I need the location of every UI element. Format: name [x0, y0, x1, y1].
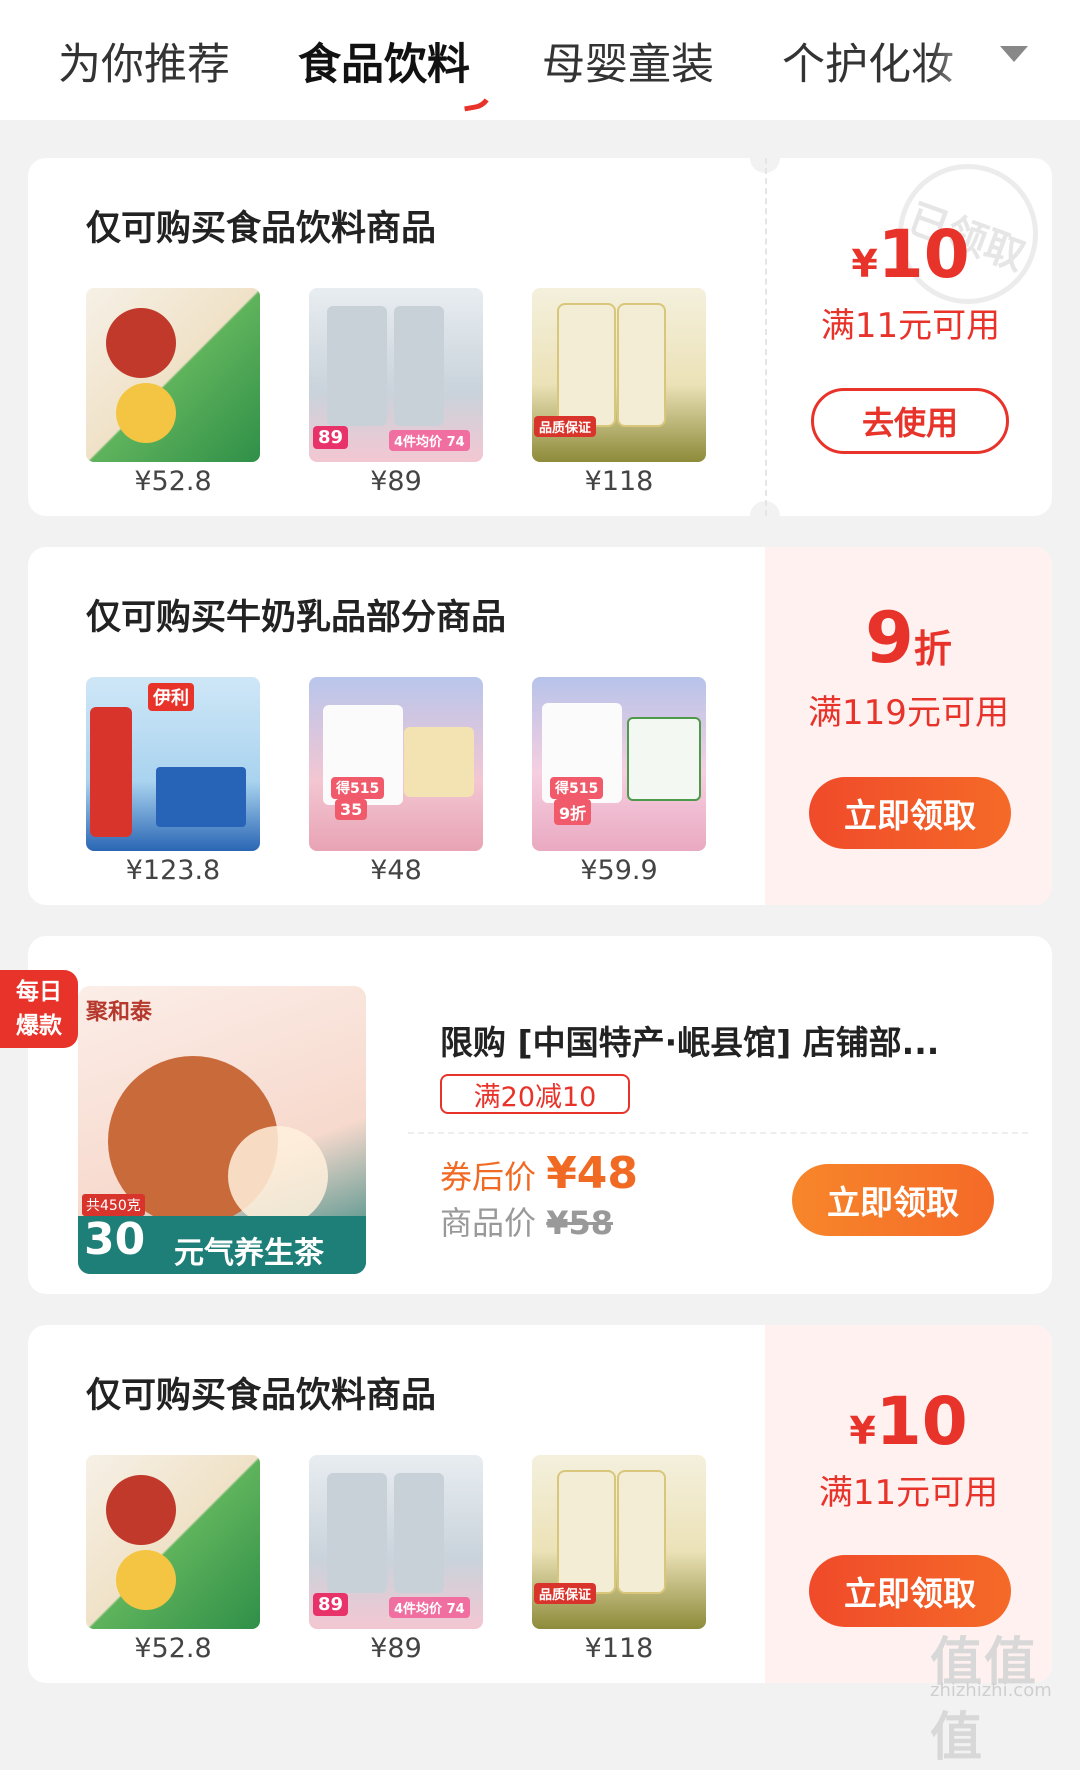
product-image[interactable]: 89 4件均价 74: [309, 1455, 483, 1629]
image-caption: 元气养生茶: [174, 1236, 324, 1271]
site-watermark-url: zhizhizhi.com: [930, 1680, 1052, 1701]
tab-mother-baby[interactable]: 母婴童装: [542, 30, 714, 92]
image-count: 30: [84, 1214, 146, 1265]
coupon-card: 仅可购买牛奶乳品部分商品 伊利 ¥123.8 得515 35 ¥48 得515 …: [28, 547, 1052, 905]
claim-coupon-button[interactable]: 立即领取: [809, 777, 1011, 849]
coupon-card: 仅可购买食品饮料商品 ¥52.8 89 4件均价 74 ¥89 品质保证 ¥11…: [28, 1325, 1052, 1683]
promo-chip: 4件均价 74: [389, 1597, 470, 1618]
product-price: ¥48: [370, 855, 422, 886]
product-price: ¥123.8: [125, 855, 221, 886]
featured-product-image[interactable]: 聚和泰 共450克 30 元气养生茶: [78, 986, 366, 1274]
product-price: ¥59.9: [580, 855, 658, 886]
product-image[interactable]: 品质保证: [532, 288, 706, 462]
promo-chip: 4件均价 74: [389, 430, 470, 451]
product-image[interactable]: 品质保证: [532, 1455, 706, 1629]
promo-chip: 得515: [331, 777, 385, 799]
after-coupon-price: 券后价 ¥48: [440, 1148, 638, 1199]
discount-amount: 9: [865, 597, 914, 679]
price-chip: 89: [313, 1593, 349, 1616]
product-price: ¥52.8: [134, 466, 212, 497]
use-coupon-button[interactable]: 去使用: [811, 388, 1009, 454]
product-price: ¥118: [584, 466, 654, 497]
discount-chip: 9折: [554, 799, 592, 825]
coupon-value: 9折: [765, 597, 1052, 679]
daily-hot-badge: 每日 爆款: [0, 970, 78, 1048]
chevron-down-icon[interactable]: [1000, 46, 1028, 62]
image-weight: 共450克: [82, 1194, 145, 1216]
coupon-value: ¥10: [765, 1383, 1052, 1460]
product-image[interactable]: [86, 288, 260, 462]
price-chip: 89: [313, 426, 349, 449]
badge-line: 爆款: [16, 1013, 62, 1039]
discount-unit: 折: [913, 627, 952, 671]
currency-symbol: ¥: [849, 1409, 876, 1453]
featured-product-title[interactable]: 限购 [中国特产·岷县馆] 店铺部...: [440, 1016, 939, 1064]
claim-coupon-button[interactable]: 立即领取: [809, 1555, 1011, 1627]
product-price: ¥118: [584, 1633, 654, 1664]
category-tab-bar: 为你推荐 食品饮料 母婴童装 个护化妆: [0, 0, 1080, 120]
original-price-value: ¥58: [546, 1204, 613, 1242]
claim-coupon-button[interactable]: 立即领取: [792, 1164, 994, 1236]
image-brand: 聚和泰: [86, 1000, 153, 1025]
product-image[interactable]: 得515 9折: [532, 677, 706, 851]
product-price: ¥89: [370, 1633, 422, 1664]
original-price-label: 商品价: [440, 1204, 537, 1242]
daily-deal-card: 聚和泰 共450克 30 元气养生茶 限购 [中国特产·岷县馆] 店铺部... …: [28, 936, 1052, 1294]
tab-recommend[interactable]: 为你推荐: [58, 30, 230, 92]
divider: [408, 1132, 1028, 1134]
tab-food-drinks[interactable]: 食品饮料: [298, 30, 470, 92]
original-price: 商品价 ¥58: [440, 1198, 613, 1244]
after-coupon-value: ¥48: [546, 1148, 639, 1199]
discount-chip: 35: [335, 799, 368, 820]
badge-line: 每日: [16, 979, 62, 1005]
product-price: ¥52.8: [134, 1633, 212, 1664]
coupon-condition: 满11元可用: [818, 1473, 999, 1513]
coupon-condition: 满119元可用: [808, 693, 1009, 733]
product-image[interactable]: [86, 1455, 260, 1629]
coupon-value: ¥10: [767, 216, 1054, 293]
product-price: ¥89: [370, 466, 422, 497]
coupon-amount: 10: [875, 1383, 968, 1460]
coupon-amount: 10: [877, 216, 970, 293]
coupon-condition: 满11元可用: [820, 306, 1001, 346]
product-image[interactable]: 伊利: [86, 677, 260, 851]
coupon-value-panel: ¥10 满11元可用 去使用: [765, 158, 1054, 516]
coupon-scope-title: 仅可购买食品饮料商品: [86, 209, 437, 249]
coupon-value-panel: 9折 满119元可用 立即领取: [765, 547, 1052, 905]
quality-chip: 品质保证: [534, 1583, 597, 1604]
product-image[interactable]: 89 4件均价 74: [309, 288, 483, 462]
brand-chip: 伊利: [148, 683, 194, 711]
coupon-scope-title: 仅可购买食品饮料商品: [86, 1376, 437, 1416]
currency-symbol: ¥: [851, 242, 878, 286]
product-image[interactable]: 得515 35: [309, 677, 483, 851]
active-tab-indicator: [459, 75, 496, 112]
tab-personal-care[interactable]: 个护化妆: [782, 30, 954, 92]
quality-chip: 品质保证: [534, 416, 597, 437]
after-coupon-label: 券后价: [440, 1158, 537, 1196]
coupon-scope-title: 仅可购买牛奶乳品部分商品: [86, 598, 507, 638]
promo-tag: 满20减10: [440, 1074, 630, 1114]
promo-chip: 得515: [550, 777, 604, 799]
coupon-card: 仅可购买食品饮料商品 ¥52.8 89 4件均价 74 ¥89 品质保证 ¥11…: [28, 143, 1058, 531]
